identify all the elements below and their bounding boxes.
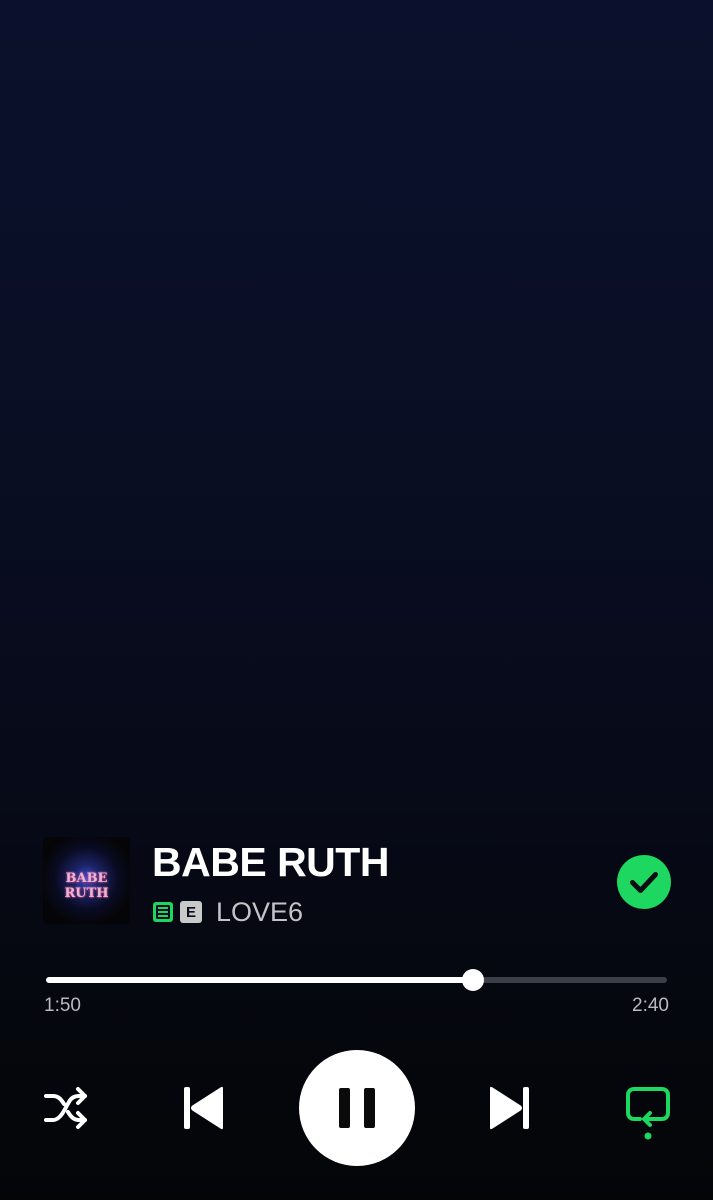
progress-bar[interactable] xyxy=(46,969,667,991)
shuffle-icon[interactable] xyxy=(43,1086,89,1130)
repeat-icon[interactable] xyxy=(625,1086,671,1142)
artist-name[interactable]: LOVE6 xyxy=(216,898,303,926)
skip-previous-icon[interactable] xyxy=(183,1085,225,1131)
total-time: 2:40 xyxy=(632,995,669,1016)
check-circle-icon[interactable] xyxy=(617,855,671,909)
track-title[interactable]: BABE RUTH xyxy=(152,838,389,886)
track-meta: E LOVE6 xyxy=(152,898,303,926)
pause-button[interactable] xyxy=(299,1050,415,1166)
album-art-title: BABE RUTH xyxy=(64,871,109,901)
progress-handle[interactable] xyxy=(461,969,484,991)
explicit-badge: E xyxy=(180,901,202,923)
pause-icon xyxy=(339,1088,375,1128)
elapsed-time: 1:50 xyxy=(44,995,81,1016)
progress-fill xyxy=(46,977,473,983)
skip-next-icon[interactable] xyxy=(488,1085,530,1131)
album-art[interactable]: BABE RUTH xyxy=(43,837,130,924)
lyrics-icon xyxy=(153,902,173,922)
